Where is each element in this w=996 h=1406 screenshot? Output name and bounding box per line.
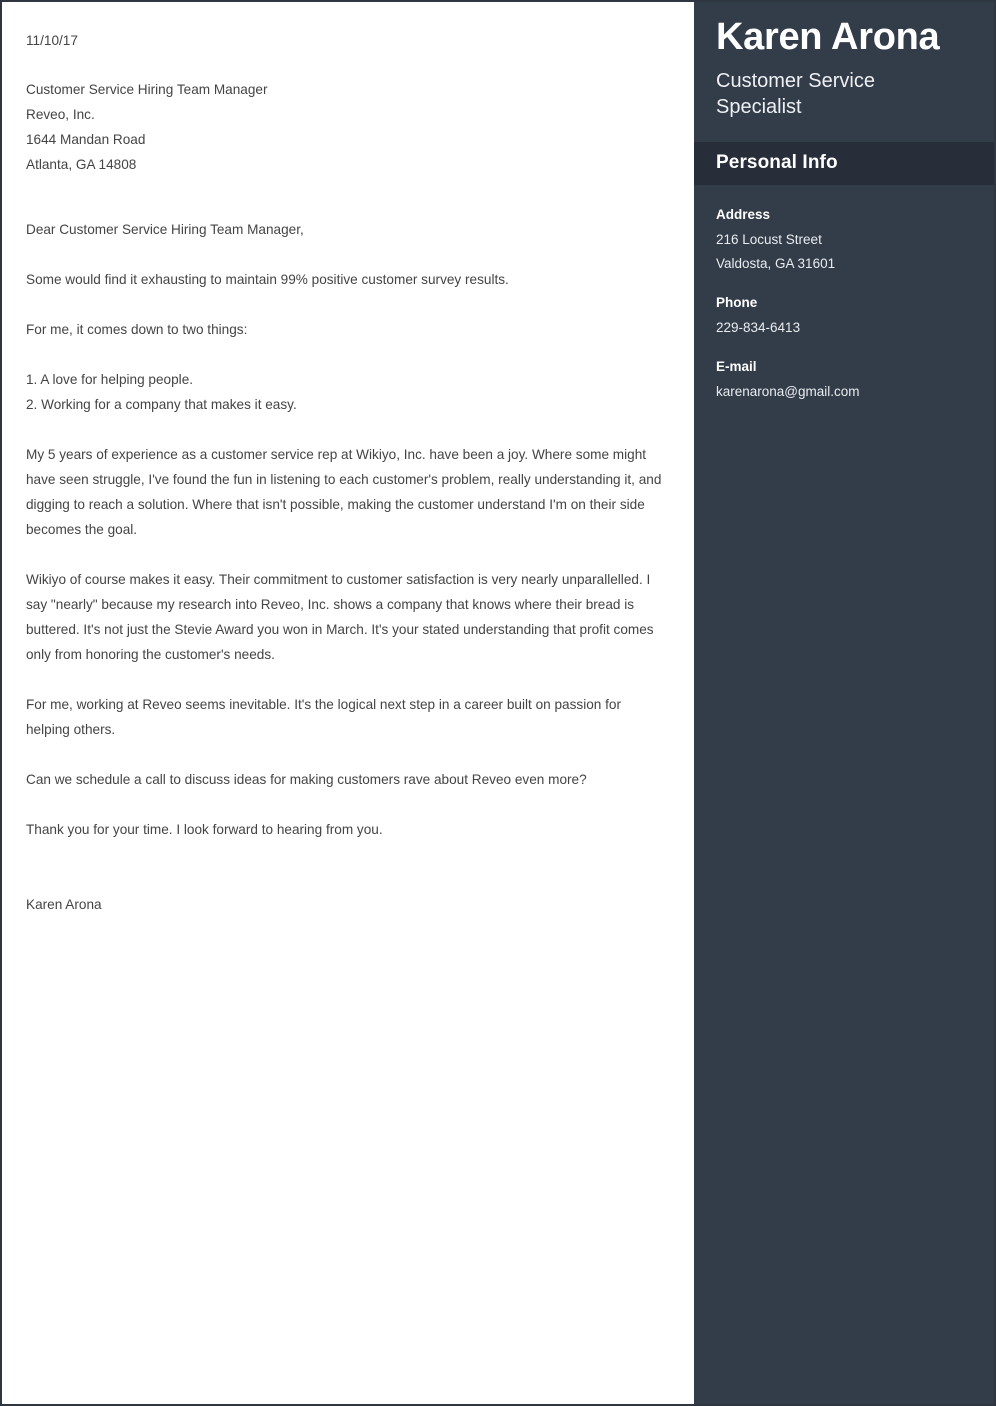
list-item: 2. Working for a company that makes it e…: [26, 397, 297, 412]
salutation: Dear Customer Service Hiring Team Manage…: [26, 222, 304, 237]
letter-date: 11/10/17: [26, 33, 78, 48]
info-label: E-mail: [716, 358, 757, 374]
recipient-line: Atlanta, GA 14808: [26, 157, 137, 172]
paragraph-two-things: For me, it comes down to two things:: [26, 322, 248, 337]
personal-info-section-header: Personal Info: [694, 141, 994, 185]
info-label: Phone: [716, 294, 758, 310]
address-line-city: Valdosta, GA 31601: [716, 255, 836, 271]
signature: Karen Arona: [26, 897, 102, 912]
sidebar: Karen Arona Customer Service Specialist …: [694, 2, 994, 1404]
recipient-address-block: Customer Service Hiring Team Manager Rev…: [26, 77, 666, 177]
info-group-phone: Phone 229-834-6413: [716, 293, 972, 340]
cover-letter-page: 11/10/17 Customer Service Hiring Team Ma…: [0, 0, 996, 1406]
paragraph-call-to-action: Can we schedule a call to discuss ideas …: [26, 772, 587, 787]
paragraph-intro: Some would find it exhausting to maintai…: [26, 272, 509, 287]
recipient-line: Reveo, Inc.: [26, 107, 95, 122]
letter-body: 11/10/17 Customer Service Hiring Team Ma…: [2, 2, 694, 1404]
info-group-email: E-mail karenarona@gmail.com: [716, 357, 972, 404]
info-group-address: Address 216 Locust Street Valdosta, GA 3…: [716, 205, 972, 276]
paragraph-thanks: Thank you for your time. I look forward …: [26, 822, 383, 837]
paragraph-experience: My 5 years of experience as a customer s…: [26, 447, 662, 537]
recipient-line: Customer Service Hiring Team Manager: [26, 82, 268, 97]
info-label: Address: [716, 206, 771, 222]
letter-text-block: 11/10/17 Customer Service Hiring Team Ma…: [26, 28, 666, 917]
list-item: 1. A love for helping people.: [26, 372, 194, 387]
sidebar-header: Karen Arona Customer Service Specialist: [694, 2, 994, 142]
address-line-street: 216 Locust Street: [716, 231, 822, 247]
personal-info-list: Address 216 Locust Street Valdosta, GA 3…: [694, 185, 994, 404]
job-title: Customer Service Specialist: [716, 69, 875, 118]
section-title: Personal Info: [716, 151, 838, 173]
email-address[interactable]: karenarona@gmail.com: [716, 380, 972, 404]
paragraph-research: Wikiyo of course makes it easy. Their co…: [26, 572, 654, 662]
recipient-line: 1644 Mandan Road: [26, 132, 146, 147]
page-title: Karen Arona: [716, 16, 940, 58]
paragraph-motivation: For me, working at Reveo seems inevitabl…: [26, 697, 621, 737]
reasons-list: 1. A love for helping people. 2. Working…: [26, 367, 666, 417]
phone-number[interactable]: 229-834-6413: [716, 316, 972, 340]
